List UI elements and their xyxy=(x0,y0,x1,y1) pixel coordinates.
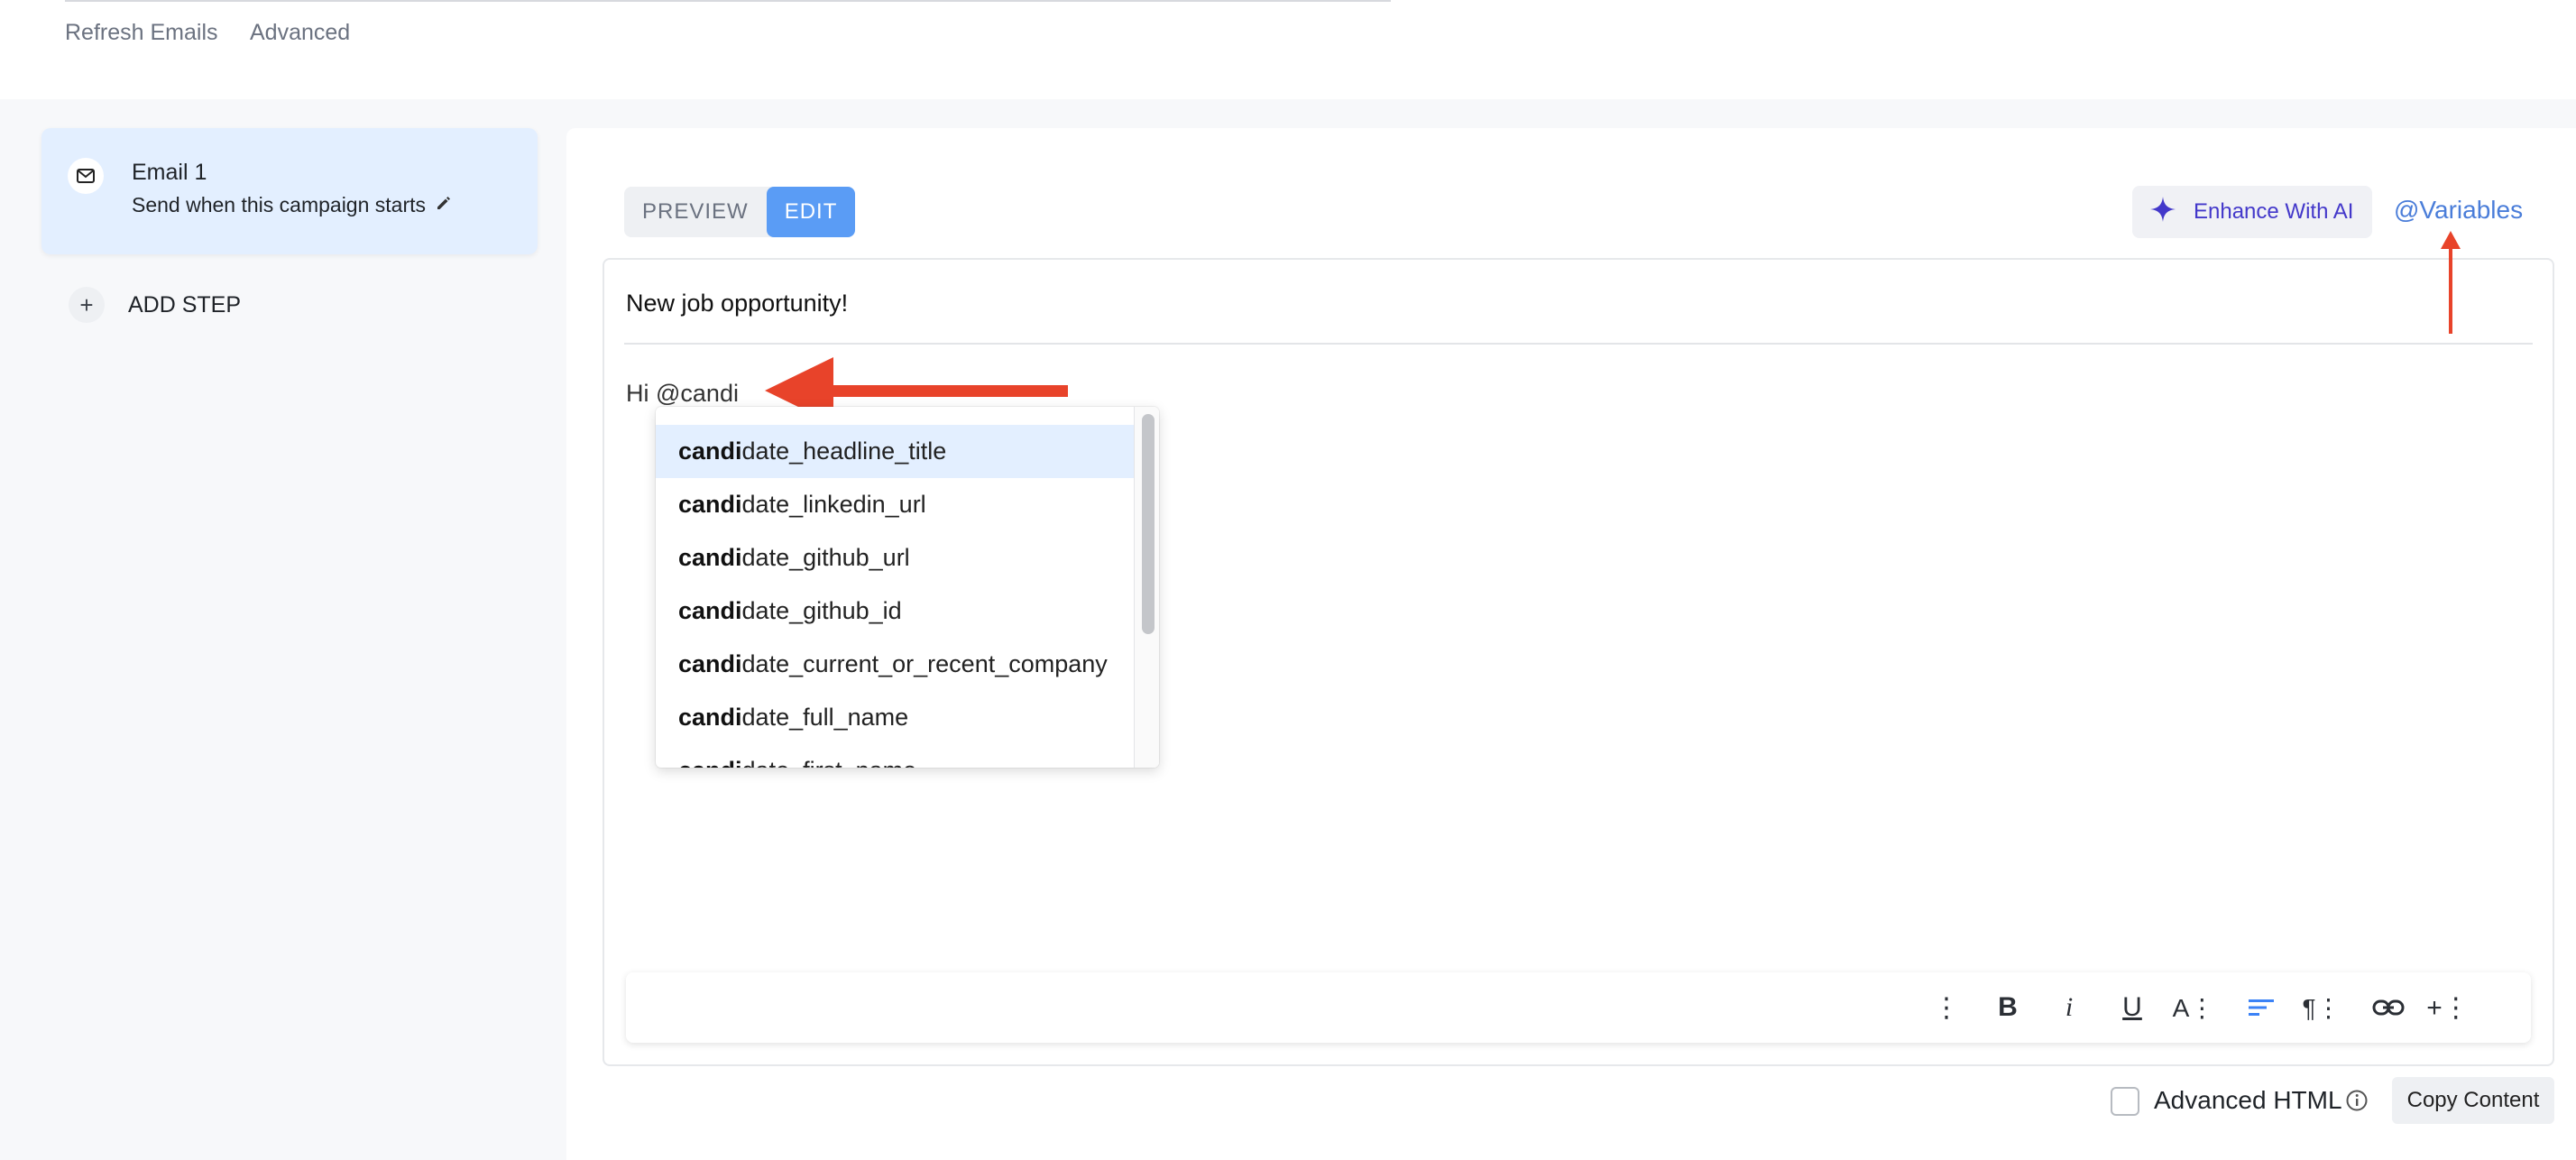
annotation-arrow-up-head xyxy=(2441,231,2461,249)
refresh-emails-link[interactable]: Refresh Emails xyxy=(65,20,218,46)
advanced-html-checkbox[interactable] xyxy=(2111,1087,2139,1116)
mail-icon xyxy=(68,158,104,194)
link-icon xyxy=(2372,999,2405,1016)
variable-suggestions-dropdown: candidate_headline_title candidate_linke… xyxy=(656,407,1159,768)
more-options-button[interactable]: ⋮ xyxy=(1926,987,1967,1028)
annotation-arrow-left-shaft xyxy=(812,385,1068,397)
add-step-label: ADD STEP xyxy=(128,291,242,318)
subject-input[interactable]: New job opportunity! xyxy=(626,290,848,318)
subject-divider xyxy=(624,343,2533,345)
copy-content-button[interactable]: Copy Content xyxy=(2392,1077,2554,1124)
paragraph-options-button[interactable]: ¶⋮ xyxy=(2301,987,2342,1028)
suggestion-item[interactable]: candidate_first_name xyxy=(656,744,1134,768)
enhance-with-ai-button[interactable]: Enhance With AI xyxy=(2132,186,2372,238)
tab-preview[interactable]: PREVIEW xyxy=(624,187,767,237)
suggestion-item[interactable]: candidate_github_url xyxy=(656,531,1134,585)
top-bar: Refresh Emails Advanced xyxy=(0,0,2576,99)
suggestion-item[interactable]: candidate_full_name xyxy=(656,691,1134,744)
email-body-text[interactable]: Hi @candi xyxy=(626,380,739,408)
tab-edit[interactable]: EDIT xyxy=(766,187,856,237)
formatting-toolbar: ⋮ B i U A⋮ ¶⋮ +⋮ xyxy=(626,972,2531,1043)
step-subtitle: Send when this campaign starts xyxy=(132,193,453,217)
align-left-button[interactable] xyxy=(2240,987,2282,1028)
pencil-icon[interactable] xyxy=(435,193,453,217)
dropdown-scrollbar[interactable] xyxy=(1134,407,1159,768)
bold-button[interactable]: B xyxy=(1987,987,2029,1028)
advanced-html-label: Advanced HTML xyxy=(2154,1086,2342,1114)
suggestion-item[interactable]: candidate_linkedin_url xyxy=(656,478,1134,531)
italic-button[interactable]: i xyxy=(2048,987,2090,1028)
suggestion-item[interactable]: candidate_github_id xyxy=(656,585,1134,638)
view-tabs: PREVIEW EDIT xyxy=(624,187,856,237)
sparkle-icon xyxy=(2148,195,2177,230)
font-options-button[interactable]: A⋮ xyxy=(2173,987,2215,1028)
advanced-link[interactable]: Advanced xyxy=(250,20,350,46)
info-icon[interactable] xyxy=(2345,1089,2369,1117)
insert-options-button[interactable]: +⋮ xyxy=(2426,987,2470,1028)
dropdown-scroll-thumb[interactable] xyxy=(1142,414,1155,634)
step-title: Email 1 xyxy=(132,160,207,185)
annotation-arrow-up-shaft xyxy=(2449,244,2452,334)
top-progress-line xyxy=(65,0,1391,2)
enhance-label: Enhance With AI xyxy=(2194,199,2354,224)
suggestion-item[interactable]: candidate_headline_title xyxy=(656,425,1134,478)
align-left-icon xyxy=(2249,999,2274,1016)
link-button[interactable] xyxy=(2368,987,2409,1028)
step-subtitle-text: Send when this campaign starts xyxy=(132,193,427,216)
underline-button[interactable]: U xyxy=(2111,987,2153,1028)
add-step-button[interactable]: + ADD STEP xyxy=(69,287,241,323)
sidebar-step-email-1[interactable]: Email 1 Send when this campaign starts xyxy=(41,128,538,254)
plus-icon: + xyxy=(69,287,105,323)
suggestion-item[interactable]: candidate_current_or_recent_company xyxy=(656,638,1134,691)
variables-link[interactable]: @Variables xyxy=(2394,196,2523,225)
